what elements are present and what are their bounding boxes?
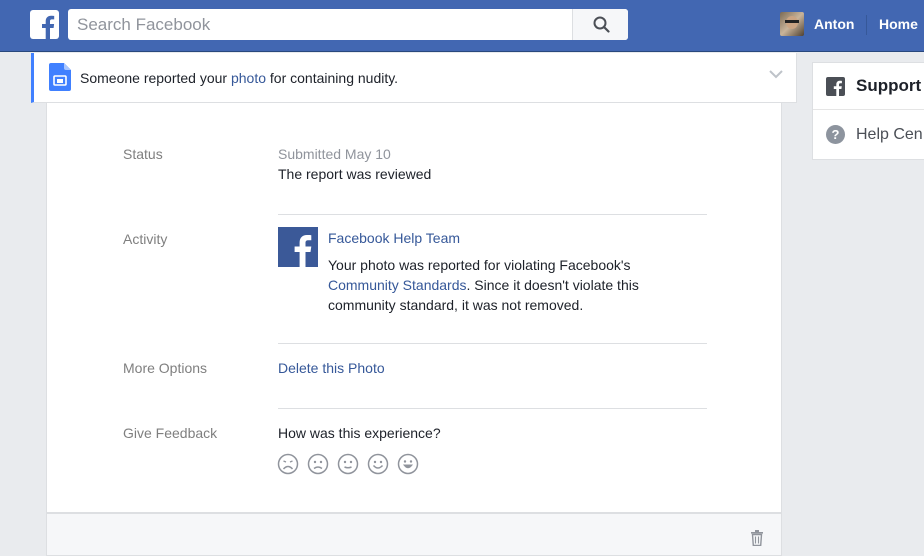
- very-unhappy-face-icon[interactable]: [277, 453, 299, 475]
- report-header[interactable]: Someone reported your photo for containi…: [31, 53, 797, 103]
- nav-divider: [866, 15, 867, 35]
- chevron-down-icon[interactable]: [768, 69, 784, 79]
- status-text: The report was reviewed: [278, 166, 432, 182]
- happy-face-icon[interactable]: [367, 453, 389, 475]
- top-navigation-bar: Anton Home: [0, 0, 924, 52]
- search-button[interactable]: [572, 9, 628, 40]
- facebook-logo-icon[interactable]: [30, 10, 59, 39]
- home-link[interactable]: Home: [879, 16, 918, 32]
- divider: [278, 214, 707, 215]
- help-icon: ?: [826, 125, 845, 144]
- report-footer: [46, 513, 782, 556]
- neutral-face-icon[interactable]: [337, 453, 359, 475]
- activity-label: Activity: [123, 231, 168, 247]
- avatar: [780, 12, 804, 36]
- trash-icon[interactable]: [750, 530, 764, 546]
- report-title: Someone reported your photo for containi…: [80, 70, 398, 86]
- more-options-label: More Options: [123, 360, 208, 376]
- activity-message-start: Your photo was reported for violating Fa…: [328, 257, 631, 273]
- search-input[interactable]: [68, 9, 571, 40]
- profile-name: Anton: [814, 16, 855, 32]
- support-title: Support: [856, 76, 922, 95]
- report-details: Status Submitted May 10 The report was r…: [46, 103, 782, 513]
- feedback-question: How was this experience?: [278, 425, 441, 441]
- give-feedback-label: Give Feedback: [123, 425, 218, 441]
- status-label: Status: [123, 146, 163, 162]
- support-sidebar: Support ? Help Cen: [812, 62, 924, 160]
- divider: [278, 343, 707, 344]
- activity-message: Your photo was reported for violating Fa…: [328, 255, 698, 315]
- report-title-suffix: for containing nudity.: [266, 70, 399, 86]
- report-document-icon: [49, 63, 71, 91]
- help-center-link[interactable]: Help Cen: [856, 126, 923, 144]
- divider: [278, 408, 707, 409]
- delete-photo-link[interactable]: Delete this Photo: [278, 360, 385, 376]
- unhappy-face-icon[interactable]: [307, 453, 329, 475]
- search-bar: [68, 9, 628, 40]
- search-icon: [593, 16, 610, 33]
- very-happy-face-icon[interactable]: [397, 453, 419, 475]
- status-date: Submitted May 10: [278, 146, 391, 162]
- support-header[interactable]: Support: [813, 63, 924, 110]
- community-standards-link[interactable]: Community Standards: [328, 277, 467, 293]
- facebook-help-team-avatar[interactable]: [278, 227, 318, 267]
- report-title-prefix: Someone reported your: [80, 70, 231, 86]
- activity-sender-link[interactable]: Facebook Help Team: [328, 230, 460, 246]
- facebook-icon: [826, 77, 845, 96]
- photo-link[interactable]: photo: [231, 70, 266, 86]
